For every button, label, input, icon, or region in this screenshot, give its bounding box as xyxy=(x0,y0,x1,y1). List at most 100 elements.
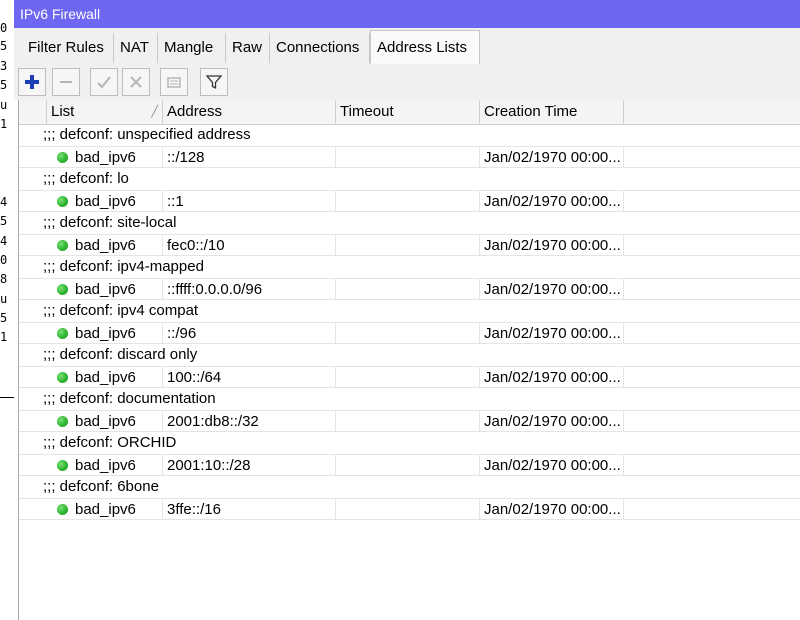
comment-row[interactable]: ;;; defconf: lo xyxy=(19,168,800,190)
filter-icon xyxy=(206,75,222,90)
enabled-status-icon xyxy=(57,328,68,339)
cell-list: bad_ipv6 xyxy=(75,191,163,212)
terminal-fragment: 5 xyxy=(0,311,8,325)
terminal-fragment: 1 xyxy=(0,117,8,131)
table-row[interactable]: bad_ipv6 ::/128 Jan/02/1970 00:00... xyxy=(19,146,800,168)
window-titlebar[interactable]: IPv6 Firewall xyxy=(14,0,800,28)
table-row[interactable]: bad_ipv6 ::1 Jan/02/1970 00:00... xyxy=(19,190,800,212)
sort-indicator-icon: ╱ xyxy=(151,106,158,118)
cell-creation-time: Jan/02/1970 00:00... xyxy=(480,147,624,168)
cell-list: bad_ipv6 xyxy=(75,323,163,344)
table-row[interactable]: bad_ipv6 2001:10::/28 Jan/02/1970 00:00.… xyxy=(19,454,800,476)
comment-text: ;;; defconf: site-local xyxy=(43,214,177,231)
cell-creation-time: Jan/02/1970 00:00... xyxy=(480,235,624,256)
cell-creation-time: Jan/02/1970 00:00... xyxy=(480,279,624,300)
table-header: List ╱ Address Timeout Creation Time xyxy=(19,100,800,125)
cell-address: ::1 xyxy=(163,191,336,212)
cell-creation-time: Jan/02/1970 00:00... xyxy=(480,191,624,212)
cell-timeout xyxy=(336,367,480,388)
comment-row[interactable]: ;;; defconf: site-local xyxy=(19,212,800,234)
cell-list: bad_ipv6 xyxy=(75,147,163,168)
comment-row[interactable]: ;;; defconf: discard only xyxy=(19,344,800,366)
column-header-creation-time[interactable]: Creation Time xyxy=(480,100,624,124)
terminal-fragment: 1 xyxy=(0,330,8,344)
cell-list: bad_ipv6 xyxy=(75,367,163,388)
column-header-list[interactable]: List ╱ xyxy=(47,100,163,124)
tab-address-lists[interactable]: Address Lists xyxy=(370,30,480,64)
cell-list: bad_ipv6 xyxy=(75,455,163,476)
table-row[interactable]: bad_ipv6 100::/64 Jan/02/1970 00:00... xyxy=(19,366,800,388)
cell-timeout xyxy=(336,499,480,520)
window-title: IPv6 Firewall xyxy=(20,6,101,22)
cell-timeout xyxy=(336,279,480,300)
terminal-fragment: 0 xyxy=(0,21,8,35)
toolbar xyxy=(14,64,800,100)
tab-raw[interactable]: Raw xyxy=(226,33,270,63)
check-icon xyxy=(97,76,111,89)
add-button[interactable] xyxy=(18,68,46,96)
cell-address: 3ffe::/16 xyxy=(163,499,336,520)
disable-button[interactable] xyxy=(122,68,150,96)
comment-row[interactable]: ;;; defconf: 6bone xyxy=(19,476,800,498)
comment-text: ;;; defconf: lo xyxy=(43,170,129,187)
comment-row[interactable]: ;;; defconf: ipv4 compat xyxy=(19,300,800,322)
comment-text: ;;; defconf: ipv4-mapped xyxy=(43,258,204,275)
cell-address: ::/128 xyxy=(163,147,336,168)
table-row[interactable]: bad_ipv6 fec0::/10 Jan/02/1970 00:00... xyxy=(19,234,800,256)
header-selector[interactable] xyxy=(19,100,47,124)
table-row[interactable]: bad_ipv6 2001:db8::/32 Jan/02/1970 00:00… xyxy=(19,410,800,432)
comment-text: ;;; defconf: discard only xyxy=(43,346,198,363)
terminal-fragment: u xyxy=(0,98,8,112)
comment-row[interactable]: ;;; defconf: ORCHID xyxy=(19,432,800,454)
remove-button[interactable] xyxy=(52,68,80,96)
column-header-address[interactable]: Address xyxy=(163,100,336,124)
cell-address: fec0::/10 xyxy=(163,235,336,256)
minus-icon xyxy=(60,81,72,83)
cross-icon xyxy=(130,76,142,88)
cell-timeout xyxy=(336,147,480,168)
cell-list: bad_ipv6 xyxy=(75,235,163,256)
cell-list: bad_ipv6 xyxy=(75,279,163,300)
tab-bar: Filter Rules NAT Mangle Raw Connections … xyxy=(14,28,800,65)
table-row[interactable]: bad_ipv6 ::/96 Jan/02/1970 00:00... xyxy=(19,322,800,344)
column-header-list-label: List xyxy=(51,103,75,120)
tab-connections[interactable]: Connections xyxy=(270,33,370,63)
cell-address: ::ffff:0.0.0.0/96 xyxy=(163,279,336,300)
terminal-fragment: 4 xyxy=(0,234,8,248)
cell-address: ::/96 xyxy=(163,323,336,344)
cell-address: 100::/64 xyxy=(163,367,336,388)
comment-row[interactable]: ;;; defconf: ipv4-mapped xyxy=(19,256,800,278)
cell-timeout xyxy=(336,411,480,432)
cell-creation-time: Jan/02/1970 00:00... xyxy=(480,455,624,476)
tab-nat[interactable]: NAT xyxy=(114,33,158,63)
cell-timeout xyxy=(336,191,480,212)
cell-address: 2001:db8::/32 xyxy=(163,411,336,432)
terminal-fragment: 0 xyxy=(0,253,8,267)
comment-row[interactable]: ;;; defconf: unspecified address xyxy=(19,124,800,146)
comment-row[interactable]: ;;; defconf: documentation xyxy=(19,388,800,410)
comment-icon xyxy=(167,77,181,88)
cell-creation-time: Jan/02/1970 00:00... xyxy=(480,499,624,520)
terminal-fragment: 5 xyxy=(0,214,8,228)
comment-text: ;;; defconf: 6bone xyxy=(43,478,159,495)
terminal-fragment: 5 xyxy=(0,39,8,53)
comment-text: ;;; defconf: ORCHID xyxy=(43,434,177,451)
table-row[interactable]: bad_ipv6 ::ffff:0.0.0.0/96 Jan/02/1970 0… xyxy=(19,278,800,300)
tab-filter-rules[interactable]: Filter Rules xyxy=(22,33,114,63)
terminal-fragment: 8 xyxy=(0,272,8,286)
enable-button[interactable] xyxy=(90,68,118,96)
enabled-status-icon xyxy=(57,240,68,251)
table-row[interactable]: bad_ipv6 3ffe::/16 Jan/02/1970 00:00... xyxy=(19,498,800,520)
terminal-fragment: 5 xyxy=(0,78,8,92)
cell-address: 2001:10::/28 xyxy=(163,455,336,476)
comment-text: ;;; defconf: ipv4 compat xyxy=(43,302,199,319)
terminal-fragment: u xyxy=(0,292,8,306)
comment-button[interactable] xyxy=(160,68,188,96)
cell-timeout xyxy=(336,323,480,344)
filter-button[interactable] xyxy=(200,68,228,96)
cell-timeout xyxy=(336,455,480,476)
cell-creation-time: Jan/02/1970 00:00... xyxy=(480,323,624,344)
tab-mangle[interactable]: Mangle xyxy=(158,33,226,63)
enabled-status-icon xyxy=(57,460,68,471)
column-header-timeout[interactable]: Timeout xyxy=(336,100,480,124)
